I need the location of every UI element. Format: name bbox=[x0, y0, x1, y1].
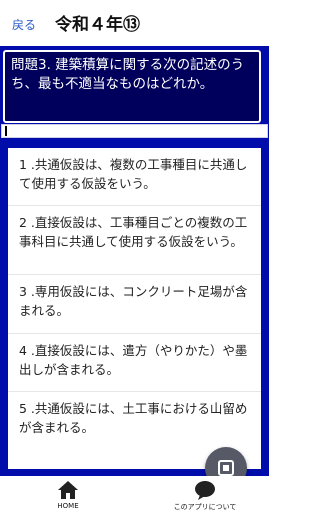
stop-icon bbox=[218, 460, 234, 476]
back-button[interactable]: 戻る bbox=[12, 16, 36, 33]
top-bar: 戻る 令和４年⑬ bbox=[0, 0, 269, 46]
option-4[interactable]: 4 .直接仮設には、遣方（やりかた）や墨出しが含まれる。 bbox=[8, 334, 261, 392]
text-caret bbox=[5, 126, 7, 136]
nav-about[interactable]: このアプリについて bbox=[155, 478, 255, 512]
nav-home-label: HOME bbox=[57, 502, 79, 510]
option-1[interactable]: 1 .共通仮設は、複数の工事種目に共通して使用する仮設をいう。 bbox=[8, 148, 261, 206]
bottom-nav: HOME このアプリについて bbox=[0, 476, 269, 512]
nav-about-label: このアプリについて bbox=[173, 503, 237, 511]
page-title: 令和４年⑬ bbox=[55, 15, 140, 35]
question-text: 問題3. 建築積算に関する次の記述のうち、最も不適当なものはどれか。 bbox=[3, 50, 261, 123]
question-panel: 問題3. 建築積算に関する次の記述のうち、最も不適当なものはどれか。 1 .共通… bbox=[0, 46, 269, 476]
option-3[interactable]: 3 .専用仮設には、コンクリート足場が含まれる。 bbox=[8, 275, 261, 334]
chat-bubble-icon bbox=[155, 480, 255, 504]
answer-input[interactable] bbox=[1, 124, 268, 138]
nav-home[interactable]: HOME bbox=[48, 478, 88, 512]
options-list: 1 .共通仮設は、複数の工事種目に共通して使用する仮設をいう。 2 .直接仮設は… bbox=[8, 148, 261, 469]
home-icon bbox=[48, 480, 88, 504]
option-2[interactable]: 2 .直接仮設は、工事種目ごとの複数の工事科目に共通して使用する仮設をいう。 bbox=[8, 206, 261, 275]
